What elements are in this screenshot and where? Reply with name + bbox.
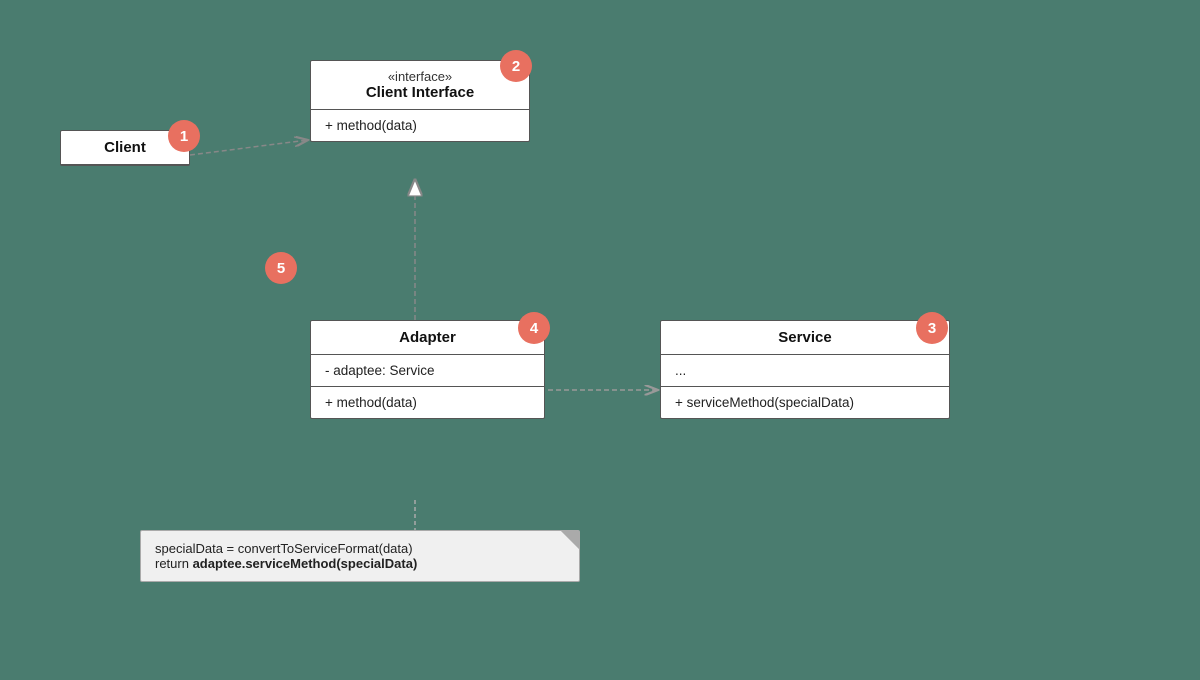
adapter-field: - adaptee: Service (311, 355, 544, 387)
service-method: + serviceMethod(specialData) (661, 387, 949, 418)
badge-5: 5 (265, 252, 297, 284)
interface-classname: Client Interface (325, 84, 515, 101)
service-classname: Service (675, 329, 935, 346)
note-line1: specialData = convertToServiceFormat(dat… (155, 541, 565, 556)
badge-3: 3 (916, 312, 948, 344)
badge-4: 4 (518, 312, 550, 344)
badge-1: 1 (168, 120, 200, 152)
interface-box: «interface» Client Interface + method(da… (310, 60, 530, 142)
interface-box-title: «interface» Client Interface (311, 61, 529, 110)
diagram-container: Client «interface» Client Interface + me… (0, 0, 1200, 680)
adapter-box-title: Adapter (311, 321, 544, 355)
note-corner (561, 531, 579, 549)
adapter-method: + method(data) (311, 387, 544, 418)
badge-2: 2 (500, 50, 532, 82)
service-box-title: Service (661, 321, 949, 355)
service-box: Service ... + serviceMethod(specialData) (660, 320, 950, 419)
note-line2-prefix: return (155, 556, 193, 571)
service-field: ... (661, 355, 949, 387)
note-line2: return adaptee.serviceMethod(specialData… (155, 556, 565, 571)
note-box: specialData = convertToServiceFormat(dat… (140, 530, 580, 582)
interface-method: + method(data) (311, 110, 529, 141)
note-line2-bold: adaptee.serviceMethod(specialData) (193, 556, 418, 571)
client-classname: Client (75, 139, 175, 156)
adapter-box: Adapter - adaptee: Service + method(data… (310, 320, 545, 419)
adapter-classname: Adapter (325, 329, 530, 346)
interface-stereotype: «interface» (325, 69, 515, 84)
